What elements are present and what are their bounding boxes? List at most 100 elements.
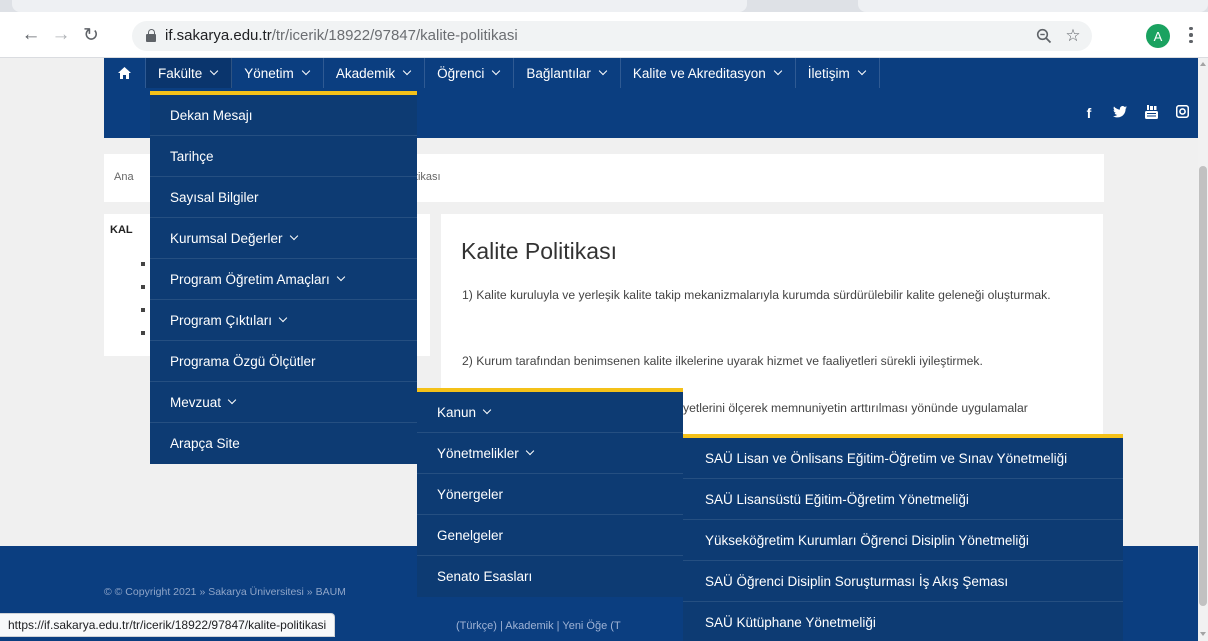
yonetmelik-menu-item-label: SAÜ Öğrenci Disiplin Soruşturması İş Akı… bbox=[705, 573, 1009, 589]
fakulte-menu-item-label: Kurumsal Değerler bbox=[170, 230, 283, 246]
fakulte-menu-item[interactable]: Kurumsal Değerler bbox=[150, 218, 417, 259]
sidebar-title: KAL bbox=[110, 224, 133, 236]
nav-fakulte[interactable]: Fakülte bbox=[146, 58, 233, 88]
scroll-down-icon[interactable] bbox=[1200, 632, 1206, 636]
browser-toolbar: ← → ↻ if.sakarya.edu.tr/tr/icerik/18922/… bbox=[0, 0, 1208, 58]
page-title: Kalite Politikası bbox=[461, 238, 617, 264]
chevron-down-icon bbox=[210, 66, 219, 76]
mevzuat-menu-item-label: Yönetmelikler bbox=[437, 445, 519, 461]
url-text[interactable]: if.sakarya.edu.tr/tr/icerik/18922/97847/… bbox=[165, 27, 518, 45]
fakulte-menu-item-label: Mevzuat bbox=[170, 394, 222, 410]
menu-icon[interactable] bbox=[1184, 22, 1198, 48]
paragraph-2: 2) Kurum tarafından benimsenen kalite il… bbox=[462, 354, 983, 368]
dropdown-yonetmelikler: SAÜ Lisan ve Önlisans Eğitim-Öğretim ve … bbox=[683, 434, 1123, 641]
chevron-down-icon bbox=[289, 231, 298, 241]
chevron-down-icon bbox=[278, 313, 288, 323]
fakulte-menu-item-label: Programa Özgü Ölçütler bbox=[170, 353, 316, 369]
home-icon[interactable] bbox=[104, 58, 146, 88]
footer-links[interactable]: (Türkçe) | Akademik | Yeni Öğe (T bbox=[456, 620, 621, 632]
yonetmelik-menu-item-label: SAÜ Kütüphane Yönetmeliği bbox=[705, 615, 876, 630]
status-bar: https://if.sakarya.edu.tr/tr/icerik/1892… bbox=[0, 613, 336, 637]
fakulte-menu-item[interactable]: Sayısal Bilgiler bbox=[150, 177, 417, 218]
fakulte-menu-item-label: Dekan Mesajı bbox=[170, 107, 253, 123]
main-nav: Fakülte Yönetim Akademik Öğrenci Bağlant… bbox=[104, 58, 880, 88]
chevron-down-icon bbox=[301, 66, 311, 76]
chevron-down-icon bbox=[525, 446, 535, 456]
list-bullet bbox=[141, 308, 145, 312]
yonetmelik-menu-item[interactable]: SAÜ Lisansüstü Eğitim-Öğretim Yönetmeliğ… bbox=[683, 479, 1123, 520]
tab-strip bbox=[0, 0, 1208, 12]
dropdown-mevzuat: Kanun Yönetmelikler Yönergeler Genelgeler Se… bbox=[417, 388, 683, 597]
chevron-down-icon bbox=[227, 395, 237, 405]
address-bar[interactable]: if.sakarya.edu.tr/tr/icerik/18922/97847/… bbox=[132, 21, 1092, 51]
nav-baglantilar[interactable]: Bağlantılar bbox=[514, 58, 621, 88]
social-links: f bbox=[1081, 104, 1190, 122]
star-icon[interactable]: ☆ bbox=[1062, 25, 1084, 47]
yonetmelik-menu-item[interactable]: SAÜ Lisan ve Önlisans Eğitim-Öğretim ve … bbox=[683, 438, 1123, 479]
forward-icon[interactable]: → bbox=[50, 24, 72, 46]
chevron-down-icon bbox=[336, 272, 346, 282]
copyright-text: © © Copyright 2021 » Sakarya Üniversites… bbox=[104, 586, 346, 598]
facebook-icon[interactable]: f bbox=[1081, 105, 1097, 122]
yonetmelik-menu-item-label: SAÜ Lisansüstü Eğitim-Öğretim Yönetmeliğ… bbox=[705, 491, 969, 507]
fakulte-menu-item[interactable]: Tarihçe bbox=[150, 136, 417, 177]
list-bullet bbox=[141, 262, 145, 266]
mevzuat-menu-item[interactable]: Genelgeler bbox=[417, 515, 683, 556]
scrollbar-thumb[interactable] bbox=[1199, 166, 1207, 606]
reload-icon[interactable]: ↻ bbox=[80, 24, 102, 46]
mevzuat-menu-item[interactable]: Senato Esasları bbox=[417, 556, 683, 597]
nav-ogrenci[interactable]: Öğrenci bbox=[425, 58, 515, 88]
fakulte-menu-item[interactable]: Mevzuat bbox=[150, 382, 417, 423]
fakulte-menu-item-label: Program Öğretim Amaçları bbox=[170, 271, 330, 287]
list-bullet bbox=[141, 331, 145, 335]
nav-akademik[interactable]: Akademik bbox=[324, 58, 426, 88]
mevzuat-menu-item-label: Kanun bbox=[437, 404, 477, 420]
fakulte-menu-item[interactable]: Dekan Mesajı bbox=[150, 95, 417, 136]
breadcrumb-home[interactable]: Ana bbox=[114, 171, 134, 183]
back-icon[interactable]: ← bbox=[20, 24, 42, 46]
yonetmelik-menu-item[interactable]: SAÜ Öğrenci Disiplin Soruşturması İş Akı… bbox=[683, 561, 1123, 602]
paragraph-3: yetlerini ölçerek memnuniyetin arttırılm… bbox=[683, 401, 1028, 415]
scroll-up-icon[interactable] bbox=[1200, 62, 1206, 66]
lock-icon[interactable] bbox=[146, 29, 156, 42]
chevron-down-icon bbox=[598, 66, 608, 76]
page-viewport: Fakülte Yönetim Akademik Öğrenci Bağlant… bbox=[0, 58, 1198, 641]
fakulte-menu-item[interactable]: Program Çıktıları bbox=[150, 300, 417, 341]
fakulte-menu-item-label: Sayısal Bilgiler bbox=[170, 189, 259, 205]
fakulte-menu-item[interactable]: Program Öğretim Amaçları bbox=[150, 259, 417, 300]
yonetmelik-menu-item-label: Yükseköğretim Kurumları Öğrenci Disiplin… bbox=[705, 532, 1029, 548]
instagram-icon[interactable] bbox=[1174, 104, 1190, 122]
zoom-icon[interactable] bbox=[1033, 25, 1055, 47]
nav-iletisim[interactable]: İletişim bbox=[796, 58, 880, 88]
yonetmelik-menu-item[interactable]: Yükseköğretim Kurumları Öğrenci Disiplin… bbox=[683, 520, 1123, 561]
chevron-down-icon bbox=[402, 66, 412, 76]
nav-yonetim[interactable]: Yönetim bbox=[232, 58, 324, 88]
chevron-down-icon bbox=[773, 66, 782, 76]
paragraph-1: 1) Kalite kuruluyla ve yerleşik kalite t… bbox=[462, 288, 1051, 302]
twitter-icon[interactable] bbox=[1112, 105, 1128, 122]
mevzuat-menu-item-label: Genelgeler bbox=[437, 527, 504, 543]
chevron-down-icon bbox=[482, 405, 492, 415]
nav-kalite[interactable]: Kalite ve Akreditasyon bbox=[621, 58, 796, 88]
yonetmelik-menu-item-label: SAÜ Lisan ve Önlisans Eğitim-Öğretim ve … bbox=[705, 450, 1068, 466]
chevron-down-icon bbox=[857, 66, 867, 76]
tab[interactable] bbox=[858, 0, 1208, 12]
fakulte-menu-item-label: Program Çıktıları bbox=[170, 312, 273, 328]
dropdown-fakulte: Dekan Mesajı Tarihçe Sayısal Bilgiler Kurum… bbox=[150, 91, 417, 464]
chevron-down-icon bbox=[492, 66, 501, 76]
fakulte-menu-item[interactable]: Arapça Site bbox=[150, 423, 417, 464]
mevzuat-menu-item[interactable]: Kanun bbox=[417, 392, 683, 433]
yonetmelik-menu-item[interactable]: SAÜ Kütüphane Yönetmeliği bbox=[683, 602, 1123, 641]
mevzuat-menu-item-label: Senato Esasları bbox=[437, 569, 533, 584]
youtube-icon[interactable] bbox=[1143, 105, 1159, 122]
profile-avatar[interactable]: A bbox=[1146, 24, 1170, 48]
mevzuat-menu-item[interactable]: Yönergeler bbox=[417, 474, 683, 515]
fakulte-menu-item-label: Tarihçe bbox=[170, 148, 214, 164]
scrollbar[interactable] bbox=[1198, 58, 1208, 641]
list-bullet bbox=[141, 285, 145, 289]
fakulte-menu-item[interactable]: Programa Özgü Ölçütler bbox=[150, 341, 417, 382]
mevzuat-menu-item-label: Yönergeler bbox=[437, 486, 504, 502]
fakulte-menu-item-label: Arapça Site bbox=[170, 436, 240, 451]
mevzuat-menu-item[interactable]: Yönetmelikler bbox=[417, 433, 683, 474]
tab[interactable] bbox=[12, 0, 747, 12]
